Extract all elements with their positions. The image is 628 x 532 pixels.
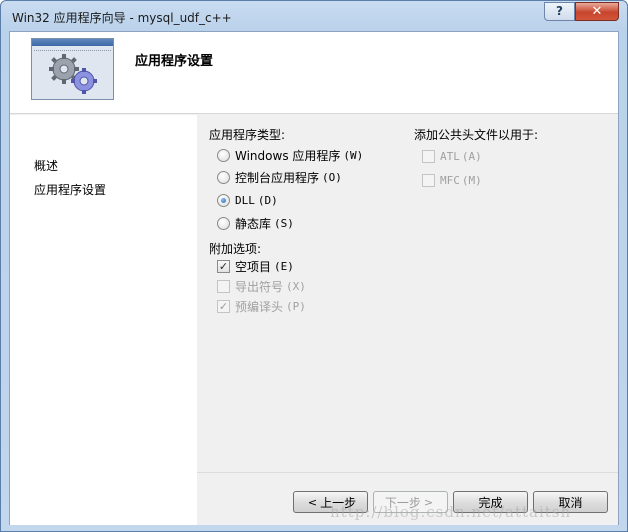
watermark-text: http://blog.csdn.net/attaitsh	[330, 503, 572, 521]
wizard-header: 应用程序设置	[10, 32, 618, 114]
option-accel: (E)	[274, 259, 294, 273]
checkbox-export-symbols[interactable]: 导出符号 (X)	[217, 278, 306, 294]
checkbox-mfc[interactable]: MFC (M)	[422, 172, 482, 188]
option-label: Windows 应用程序	[235, 148, 341, 163]
checkbox-precompiled-header[interactable]: ✓ 预编译头 (P)	[217, 298, 306, 314]
option-accel: (A)	[461, 149, 482, 163]
common-headers-heading: 添加公共头文件以用于:	[414, 128, 539, 142]
radio-console-app[interactable]: 控制台应用程序 (O)	[217, 169, 342, 185]
radio-windows-app[interactable]: Windows 应用程序 (W)	[217, 147, 363, 163]
option-accel: (W)	[343, 148, 364, 162]
chevron-left-icon: <	[307, 495, 318, 509]
app-type-heading: 应用程序类型:	[209, 128, 286, 142]
radio-dll[interactable]: DLL (D)	[217, 192, 278, 208]
page-title: 应用程序设置	[135, 54, 214, 69]
radio-button[interactable]	[217, 216, 230, 230]
wizard-client-area: 应用程序设置 概述 应用程序设置 应用程序类型: Windows 应用程序 (W…	[9, 31, 619, 525]
nav-item-app-settings[interactable]: 应用程序设置	[34, 181, 106, 198]
title-bar[interactable]: Win32 应用程序向导 - mysql_udf_c++ ? ✕	[1, 1, 627, 31]
option-accel: (P)	[286, 299, 306, 313]
nav-item-overview[interactable]: 概述	[34, 157, 58, 174]
option-label: DLL	[235, 193, 255, 207]
radio-static-lib[interactable]: 静态库 (S)	[217, 215, 294, 231]
option-label: MFC	[440, 173, 460, 187]
extra-options-heading: 附加选项:	[209, 242, 262, 256]
close-button[interactable]: ✕	[575, 2, 619, 21]
radio-button[interactable]	[217, 170, 230, 184]
option-accel: (X)	[286, 279, 306, 293]
gears-icon	[49, 54, 97, 94]
checkbox-box[interactable]	[422, 173, 435, 187]
option-accel: (O)	[322, 170, 342, 184]
option-label: 控制台应用程序	[235, 170, 320, 185]
wizard-window: Win32 应用程序向导 - mysql_udf_c++ ? ✕ 应用程序设置 …	[0, 0, 628, 532]
option-accel: (M)	[461, 173, 482, 187]
help-button[interactable]: ?	[544, 2, 575, 21]
option-label: 导出符号	[235, 279, 284, 294]
radio-button[interactable]	[217, 193, 230, 207]
option-label: 静态库	[235, 216, 272, 231]
option-label: 空项目	[235, 259, 272, 274]
option-label: ATL	[440, 149, 460, 163]
option-accel: (D)	[257, 193, 278, 207]
checkmark-icon[interactable]: ✓	[217, 299, 230, 313]
wizard-nav-pane: 概述 应用程序设置	[10, 115, 197, 525]
settings-pane: 应用程序类型: Windows 应用程序 (W) 控制台应用程序 (O) DLL…	[197, 115, 618, 472]
checkbox-atl[interactable]: ATL (A)	[422, 148, 482, 164]
checkmark-icon[interactable]: ✓	[217, 259, 230, 273]
radio-button[interactable]	[217, 148, 230, 162]
checkbox-box[interactable]	[217, 279, 230, 293]
option-accel: (S)	[274, 216, 294, 230]
checkbox-box[interactable]	[422, 149, 435, 163]
window-title: Win32 应用程序向导 - mysql_udf_c++	[12, 11, 232, 25]
option-label: 预编译头	[235, 299, 284, 314]
wizard-banner-image	[31, 38, 114, 100]
checkbox-empty-project[interactable]: ✓ 空项目 (E)	[217, 258, 294, 274]
